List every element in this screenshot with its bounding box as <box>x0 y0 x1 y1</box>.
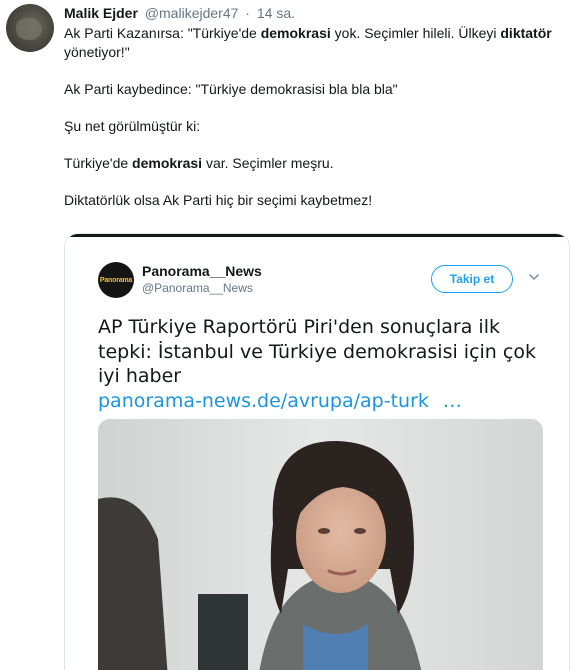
tweet-paragraph-1: Ak Parti Kazanırsa: "Türkiye'de demokras… <box>64 25 552 60</box>
quoted-author-name[interactable]: Panorama__News <box>142 263 262 279</box>
chevron-down-icon[interactable] <box>527 270 541 284</box>
quoted-link-url[interactable]: panorama-news.de/avrupa/ap-turk <box>98 390 429 412</box>
article-photo[interactable] <box>98 419 543 670</box>
quoted-tweet[interactable]: Panorama Panorama__News @Panorama__News … <box>64 233 570 670</box>
tweet-text: Ak Parti Kazanırsa: "Türkiye'de demokras… <box>64 24 564 209</box>
follow-button[interactable]: Takip et <box>431 265 513 293</box>
tweet-paragraph-2: Ak Parti kaybedince: "Türkiye demokrasis… <box>64 80 398 97</box>
tweet-paragraph-3: Şu net görülmüştür ki: <box>64 117 201 134</box>
quoted-link-ellipsis: … <box>442 390 462 412</box>
avatar[interactable] <box>6 4 54 52</box>
quoted-link[interactable]: panorama-news.de/avrupa/ap-turk … <box>98 389 548 413</box>
time-separator: · <box>245 5 250 21</box>
author-handle[interactable]: @malikejder47 <box>145 5 239 21</box>
tweet-paragraph-4: Türkiye'de demokrasi var. Seçimler meşru… <box>64 154 334 171</box>
tweet: Malik Ejder @malikejder47 · 14 sa. Ak Pa… <box>0 0 574 670</box>
quoted-headline: AP Türkiye Raportörü Piri'den sonuçlara … <box>98 316 536 387</box>
quoted-avatar-logo: Panorama <box>99 276 133 284</box>
tweet-paragraph-5: Diktatörlük olsa Ak Parti hiç bir seçimi… <box>64 191 373 208</box>
article-photo-image <box>98 419 543 670</box>
tweet-time[interactable]: 14 sa. <box>257 5 295 21</box>
quoted-avatar[interactable]: Panorama <box>98 262 134 298</box>
quoted-author-handle[interactable]: @Panorama__News <box>142 281 253 295</box>
tweet-header: Malik Ejder @malikejder47 · 14 sa. <box>64 4 295 22</box>
quote-top-border <box>65 234 569 237</box>
author-name[interactable]: Malik Ejder <box>64 5 138 21</box>
